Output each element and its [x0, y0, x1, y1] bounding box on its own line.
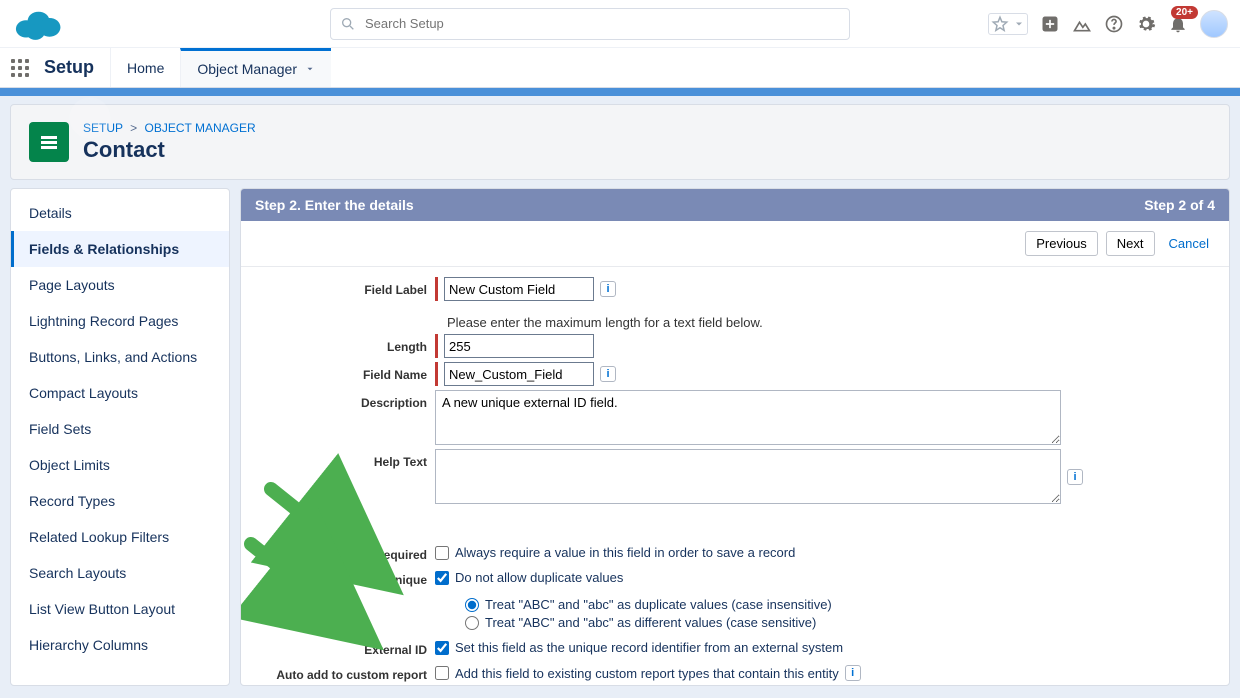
- label-auto-add: Auto add to custom report type: [255, 662, 435, 685]
- notification-badge: 20+: [1171, 6, 1198, 19]
- field-label-input[interactable]: [444, 277, 594, 301]
- length-input[interactable]: [444, 334, 594, 358]
- length-hint: Please enter the maximum length for a te…: [447, 315, 1215, 330]
- label-unique: Unique: [255, 567, 435, 587]
- breadcrumb-object-manager[interactable]: OBJECT MANAGER: [145, 121, 256, 135]
- sidebar-item-record-types[interactable]: Record Types: [11, 483, 229, 519]
- setup-gear-icon[interactable]: [1136, 14, 1156, 34]
- user-avatar[interactable]: [1200, 10, 1228, 38]
- app-launcher-icon[interactable]: [0, 48, 40, 87]
- search-icon: [340, 16, 356, 32]
- sidebar-item-buttons-links-and-actions[interactable]: Buttons, Links, and Actions: [11, 339, 229, 375]
- required-indicator: [435, 277, 438, 301]
- sidebar-item-hierarchy-columns[interactable]: Hierarchy Columns: [11, 627, 229, 663]
- required-checkbox[interactable]: [435, 546, 449, 560]
- info-icon[interactable]: i: [1067, 469, 1083, 485]
- label-field-name: Field Name: [255, 362, 435, 382]
- previous-button[interactable]: Previous: [1025, 231, 1098, 256]
- unique-checkbox-label: Do not allow duplicate values: [455, 570, 623, 585]
- step-title: Step 2. Enter the details: [255, 197, 414, 213]
- add-icon[interactable]: [1040, 14, 1060, 34]
- app-name: Setup: [40, 48, 110, 87]
- external-id-checkbox[interactable]: [435, 641, 449, 655]
- chevron-down-icon: [1013, 15, 1025, 33]
- label-length: Length: [255, 334, 435, 354]
- sidebar-item-object-limits[interactable]: Object Limits: [11, 447, 229, 483]
- description-textarea[interactable]: [435, 390, 1061, 445]
- sidebar-item-compact-layouts[interactable]: Compact Layouts: [11, 375, 229, 411]
- sidebar-item-field-sets[interactable]: Field Sets: [11, 411, 229, 447]
- global-search-input[interactable]: [330, 8, 850, 40]
- required-checkbox-label: Always require a value in this field in …: [455, 545, 795, 560]
- label-required: Required: [255, 542, 435, 562]
- sidebar-item-related-lookup-filters[interactable]: Related Lookup Filters: [11, 519, 229, 555]
- unique-checkbox[interactable]: [435, 571, 449, 585]
- step-counter: Step 2 of 4: [1144, 197, 1215, 213]
- help-icon[interactable]: [1104, 14, 1124, 34]
- sidebar-item-page-layouts[interactable]: Page Layouts: [11, 267, 229, 303]
- field-name-input[interactable]: [444, 362, 594, 386]
- sidebar-item-search-layouts[interactable]: Search Layouts: [11, 555, 229, 591]
- sidebar-item-fields-relationships[interactable]: Fields & Relationships: [11, 231, 229, 267]
- breadcrumb-setup[interactable]: SETUP: [83, 121, 123, 135]
- help-text-textarea[interactable]: [435, 449, 1061, 504]
- label-external-id: External ID: [255, 637, 435, 657]
- label-field-label: Field Label: [255, 277, 435, 297]
- salesforce-logo: [12, 7, 62, 41]
- sidebar-item-lightning-record-pages[interactable]: Lightning Record Pages: [11, 303, 229, 339]
- unique-case-insensitive-label: Treat "ABC" and "abc" as duplicate value…: [485, 597, 832, 612]
- page-title: Contact: [83, 137, 256, 163]
- sidebar-item-details[interactable]: Details: [11, 195, 229, 231]
- info-icon[interactable]: i: [600, 366, 616, 382]
- required-indicator: [435, 334, 438, 358]
- auto-add-checkbox-label: Add this field to existing custom report…: [455, 666, 839, 681]
- external-id-checkbox-label: Set this field as the unique record iden…: [455, 640, 843, 655]
- auto-add-checkbox[interactable]: [435, 666, 449, 680]
- tab-object-manager[interactable]: Object Manager: [180, 48, 331, 87]
- next-button[interactable]: Next: [1106, 231, 1155, 256]
- tab-home[interactable]: Home: [110, 48, 180, 87]
- label-help-text: Help Text: [255, 449, 435, 469]
- cancel-link[interactable]: Cancel: [1163, 231, 1215, 256]
- favorites-dropdown[interactable]: [988, 13, 1028, 35]
- star-icon: [991, 15, 1009, 33]
- unique-case-sensitive-radio[interactable]: [465, 616, 479, 630]
- chevron-down-icon: [305, 61, 315, 77]
- sidebar-item-list-view-button-layout[interactable]: List View Button Layout: [11, 591, 229, 627]
- notifications-icon[interactable]: 20+: [1168, 14, 1188, 34]
- unique-case-insensitive-radio[interactable]: [465, 598, 479, 612]
- info-icon[interactable]: i: [600, 281, 616, 297]
- info-icon[interactable]: i: [845, 665, 861, 681]
- breadcrumb: SETUP > OBJECT MANAGER: [83, 121, 256, 135]
- required-indicator: [435, 362, 438, 386]
- label-description: Description: [255, 390, 435, 410]
- unique-case-sensitive-label: Treat "ABC" and "abc" as different value…: [485, 615, 816, 630]
- trailhead-icon[interactable]: [1072, 14, 1092, 34]
- object-sidebar: DetailsFields & RelationshipsPage Layout…: [10, 188, 230, 686]
- object-icon: [29, 122, 69, 162]
